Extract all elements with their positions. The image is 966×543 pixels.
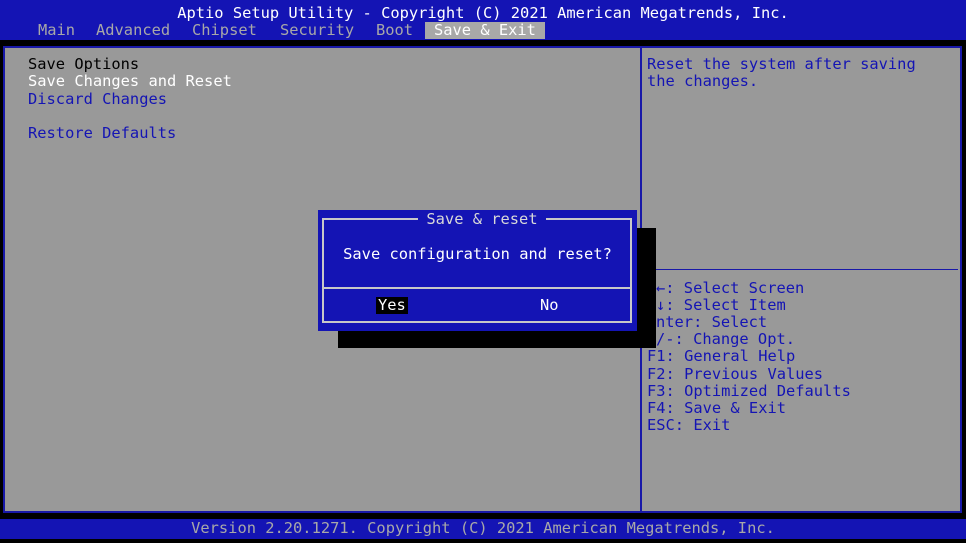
tab-advanced[interactable]: Advanced	[96, 22, 170, 39]
dialog-title: Save & reset	[418, 211, 546, 228]
menu-header: Save Options	[28, 55, 140, 73]
dialog-frame	[322, 218, 632, 323]
tab-main[interactable]: Main	[38, 22, 75, 39]
left-border	[3, 46, 5, 513]
key-enter-select: nter: Select	[656, 313, 768, 331]
dialog-separator	[322, 287, 632, 289]
version-footer: Version 2.20.1271. Copyright (C) 2021 Am…	[191, 519, 775, 537]
key-previous-values: F2: Previous Values	[647, 365, 824, 383]
key-select-screen: ←: Select Screen	[656, 279, 805, 297]
yes-button[interactable]: Yes	[376, 297, 408, 314]
menu-item-discard[interactable]: Discard Changes	[28, 91, 167, 108]
key-select-item: ↓: Select Item	[656, 296, 786, 314]
app-title: Aptio Setup Utility - Copyright (C) 2021…	[177, 4, 789, 22]
tab-boot[interactable]: Boot	[376, 22, 413, 39]
key-esc-exit: ESC: Exit	[647, 416, 731, 434]
tab-save-exit[interactable]: Save & Exit	[425, 22, 545, 39]
key-save-exit: F4: Save & Exit	[647, 399, 786, 417]
right-border	[960, 46, 962, 513]
tab-chipset[interactable]: Chipset	[192, 22, 257, 39]
menu-item-restore-defaults[interactable]: Restore Defaults	[28, 125, 176, 142]
key-general-help: F1: General Help	[647, 347, 796, 365]
menu-item-save-reset[interactable]: Save Changes and Reset	[28, 73, 232, 90]
key-change-opt: /-: Change Opt.	[656, 330, 795, 348]
help-description-line1: Reset the system after saving	[647, 55, 916, 73]
tab-security[interactable]: Security	[280, 22, 354, 39]
help-divider	[642, 269, 958, 270]
help-description-line2: the changes.	[647, 72, 759, 90]
bottom-border	[3, 511, 962, 513]
no-button[interactable]: No	[540, 297, 559, 314]
key-optimized-defaults: F3: Optimized Defaults	[647, 382, 851, 400]
top-border	[3, 46, 962, 48]
dialog-message: Save configuration and reset?	[343, 245, 612, 263]
bottom-edge	[0, 539, 966, 543]
